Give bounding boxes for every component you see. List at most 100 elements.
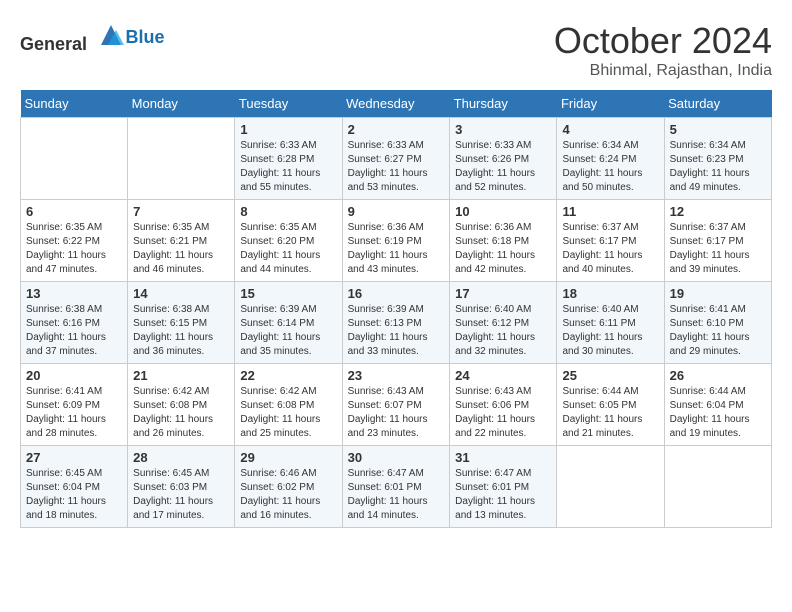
- logo: General Blue: [20, 20, 165, 55]
- day-info: Sunrise: 6:40 AMSunset: 6:12 PMDaylight:…: [455, 303, 551, 359]
- day-number: 20: [26, 368, 122, 383]
- calendar-cell: 20 Sunrise: 6:41 AMSunset: 6:09 PMDaylig…: [21, 364, 128, 446]
- calendar-cell: 5 Sunrise: 6:34 AMSunset: 6:23 PMDayligh…: [664, 118, 771, 200]
- day-number: 29: [240, 450, 336, 465]
- calendar-cell: 10 Sunrise: 6:36 AMSunset: 6:18 PMDaylig…: [450, 200, 557, 282]
- calendar-cell: 27 Sunrise: 6:45 AMSunset: 6:04 PMDaylig…: [21, 446, 128, 528]
- day-number: 17: [455, 286, 551, 301]
- calendar-cell: 16 Sunrise: 6:39 AMSunset: 6:13 PMDaylig…: [342, 282, 450, 364]
- day-info: Sunrise: 6:42 AMSunset: 6:08 PMDaylight:…: [240, 385, 336, 441]
- day-number: 1: [240, 122, 336, 137]
- day-number: 7: [133, 204, 229, 219]
- calendar-cell: 8 Sunrise: 6:35 AMSunset: 6:20 PMDayligh…: [235, 200, 342, 282]
- day-info: Sunrise: 6:41 AMSunset: 6:10 PMDaylight:…: [670, 303, 766, 359]
- calendar-cell: [557, 446, 664, 528]
- day-info: Sunrise: 6:46 AMSunset: 6:02 PMDaylight:…: [240, 467, 336, 523]
- week-row-1: 1 Sunrise: 6:33 AMSunset: 6:28 PMDayligh…: [21, 118, 772, 200]
- day-number: 8: [240, 204, 336, 219]
- day-info: Sunrise: 6:37 AMSunset: 6:17 PMDaylight:…: [670, 221, 766, 277]
- calendar-cell: 24 Sunrise: 6:43 AMSunset: 6:06 PMDaylig…: [450, 364, 557, 446]
- calendar-cell: 14 Sunrise: 6:38 AMSunset: 6:15 PMDaylig…: [128, 282, 235, 364]
- day-info: Sunrise: 6:34 AMSunset: 6:23 PMDaylight:…: [670, 139, 766, 195]
- day-number: 14: [133, 286, 229, 301]
- calendar-cell: 6 Sunrise: 6:35 AMSunset: 6:22 PMDayligh…: [21, 200, 128, 282]
- day-number: 16: [348, 286, 445, 301]
- day-info: Sunrise: 6:41 AMSunset: 6:09 PMDaylight:…: [26, 385, 122, 441]
- calendar-cell: 1 Sunrise: 6:33 AMSunset: 6:28 PMDayligh…: [235, 118, 342, 200]
- calendar-cell: 13 Sunrise: 6:38 AMSunset: 6:16 PMDaylig…: [21, 282, 128, 364]
- header-saturday: Saturday: [664, 90, 771, 118]
- calendar-cell: 30 Sunrise: 6:47 AMSunset: 6:01 PMDaylig…: [342, 446, 450, 528]
- title-block: October 2024 Bhinmal, Rajasthan, India: [554, 20, 772, 80]
- day-info: Sunrise: 6:39 AMSunset: 6:13 PMDaylight:…: [348, 303, 445, 359]
- day-number: 11: [562, 204, 658, 219]
- day-info: Sunrise: 6:37 AMSunset: 6:17 PMDaylight:…: [562, 221, 658, 277]
- logo-icon: [96, 20, 126, 50]
- day-info: Sunrise: 6:42 AMSunset: 6:08 PMDaylight:…: [133, 385, 229, 441]
- week-row-2: 6 Sunrise: 6:35 AMSunset: 6:22 PMDayligh…: [21, 200, 772, 282]
- logo-blue: Blue: [126, 27, 165, 48]
- day-number: 31: [455, 450, 551, 465]
- calendar-cell: 15 Sunrise: 6:39 AMSunset: 6:14 PMDaylig…: [235, 282, 342, 364]
- header-wednesday: Wednesday: [342, 90, 450, 118]
- day-number: 12: [670, 204, 766, 219]
- calendar-cell: 17 Sunrise: 6:40 AMSunset: 6:12 PMDaylig…: [450, 282, 557, 364]
- day-info: Sunrise: 6:38 AMSunset: 6:15 PMDaylight:…: [133, 303, 229, 359]
- week-row-5: 27 Sunrise: 6:45 AMSunset: 6:04 PMDaylig…: [21, 446, 772, 528]
- day-number: 5: [670, 122, 766, 137]
- day-info: Sunrise: 6:33 AMSunset: 6:27 PMDaylight:…: [348, 139, 445, 195]
- header-thursday: Thursday: [450, 90, 557, 118]
- header-friday: Friday: [557, 90, 664, 118]
- calendar-cell: 2 Sunrise: 6:33 AMSunset: 6:27 PMDayligh…: [342, 118, 450, 200]
- calendar-cell: 12 Sunrise: 6:37 AMSunset: 6:17 PMDaylig…: [664, 200, 771, 282]
- day-number: 27: [26, 450, 122, 465]
- day-number: 13: [26, 286, 122, 301]
- calendar-cell: 29 Sunrise: 6:46 AMSunset: 6:02 PMDaylig…: [235, 446, 342, 528]
- day-number: 3: [455, 122, 551, 137]
- calendar-cell: 3 Sunrise: 6:33 AMSunset: 6:26 PMDayligh…: [450, 118, 557, 200]
- logo-general: General: [20, 34, 87, 54]
- day-info: Sunrise: 6:45 AMSunset: 6:04 PMDaylight:…: [26, 467, 122, 523]
- month-title: October 2024: [554, 20, 772, 62]
- day-info: Sunrise: 6:36 AMSunset: 6:18 PMDaylight:…: [455, 221, 551, 277]
- calendar-cell: 11 Sunrise: 6:37 AMSunset: 6:17 PMDaylig…: [557, 200, 664, 282]
- calendar-cell: 19 Sunrise: 6:41 AMSunset: 6:10 PMDaylig…: [664, 282, 771, 364]
- day-info: Sunrise: 6:44 AMSunset: 6:04 PMDaylight:…: [670, 385, 766, 441]
- day-number: 30: [348, 450, 445, 465]
- day-number: 22: [240, 368, 336, 383]
- week-row-3: 13 Sunrise: 6:38 AMSunset: 6:16 PMDaylig…: [21, 282, 772, 364]
- day-info: Sunrise: 6:43 AMSunset: 6:06 PMDaylight:…: [455, 385, 551, 441]
- day-number: 23: [348, 368, 445, 383]
- day-info: Sunrise: 6:38 AMSunset: 6:16 PMDaylight:…: [26, 303, 122, 359]
- header-sunday: Sunday: [21, 90, 128, 118]
- calendar-cell: 9 Sunrise: 6:36 AMSunset: 6:19 PMDayligh…: [342, 200, 450, 282]
- calendar-cell: [128, 118, 235, 200]
- calendar-header: SundayMondayTuesdayWednesdayThursdayFrid…: [21, 90, 772, 118]
- day-number: 28: [133, 450, 229, 465]
- day-number: 24: [455, 368, 551, 383]
- day-info: Sunrise: 6:40 AMSunset: 6:11 PMDaylight:…: [562, 303, 658, 359]
- day-number: 6: [26, 204, 122, 219]
- calendar-cell: 21 Sunrise: 6:42 AMSunset: 6:08 PMDaylig…: [128, 364, 235, 446]
- day-number: 19: [670, 286, 766, 301]
- calendar-cell: [21, 118, 128, 200]
- day-info: Sunrise: 6:36 AMSunset: 6:19 PMDaylight:…: [348, 221, 445, 277]
- day-number: 2: [348, 122, 445, 137]
- header-tuesday: Tuesday: [235, 90, 342, 118]
- calendar-body: 1 Sunrise: 6:33 AMSunset: 6:28 PMDayligh…: [21, 118, 772, 528]
- day-info: Sunrise: 6:33 AMSunset: 6:28 PMDaylight:…: [240, 139, 336, 195]
- day-number: 9: [348, 204, 445, 219]
- calendar-cell: 25 Sunrise: 6:44 AMSunset: 6:05 PMDaylig…: [557, 364, 664, 446]
- day-number: 10: [455, 204, 551, 219]
- calendar-cell: 18 Sunrise: 6:40 AMSunset: 6:11 PMDaylig…: [557, 282, 664, 364]
- day-info: Sunrise: 6:39 AMSunset: 6:14 PMDaylight:…: [240, 303, 336, 359]
- day-info: Sunrise: 6:45 AMSunset: 6:03 PMDaylight:…: [133, 467, 229, 523]
- day-info: Sunrise: 6:34 AMSunset: 6:24 PMDaylight:…: [562, 139, 658, 195]
- day-number: 18: [562, 286, 658, 301]
- calendar-cell: 4 Sunrise: 6:34 AMSunset: 6:24 PMDayligh…: [557, 118, 664, 200]
- day-number: 15: [240, 286, 336, 301]
- calendar-cell: 26 Sunrise: 6:44 AMSunset: 6:04 PMDaylig…: [664, 364, 771, 446]
- week-row-4: 20 Sunrise: 6:41 AMSunset: 6:09 PMDaylig…: [21, 364, 772, 446]
- day-number: 21: [133, 368, 229, 383]
- calendar-cell: 31 Sunrise: 6:47 AMSunset: 6:01 PMDaylig…: [450, 446, 557, 528]
